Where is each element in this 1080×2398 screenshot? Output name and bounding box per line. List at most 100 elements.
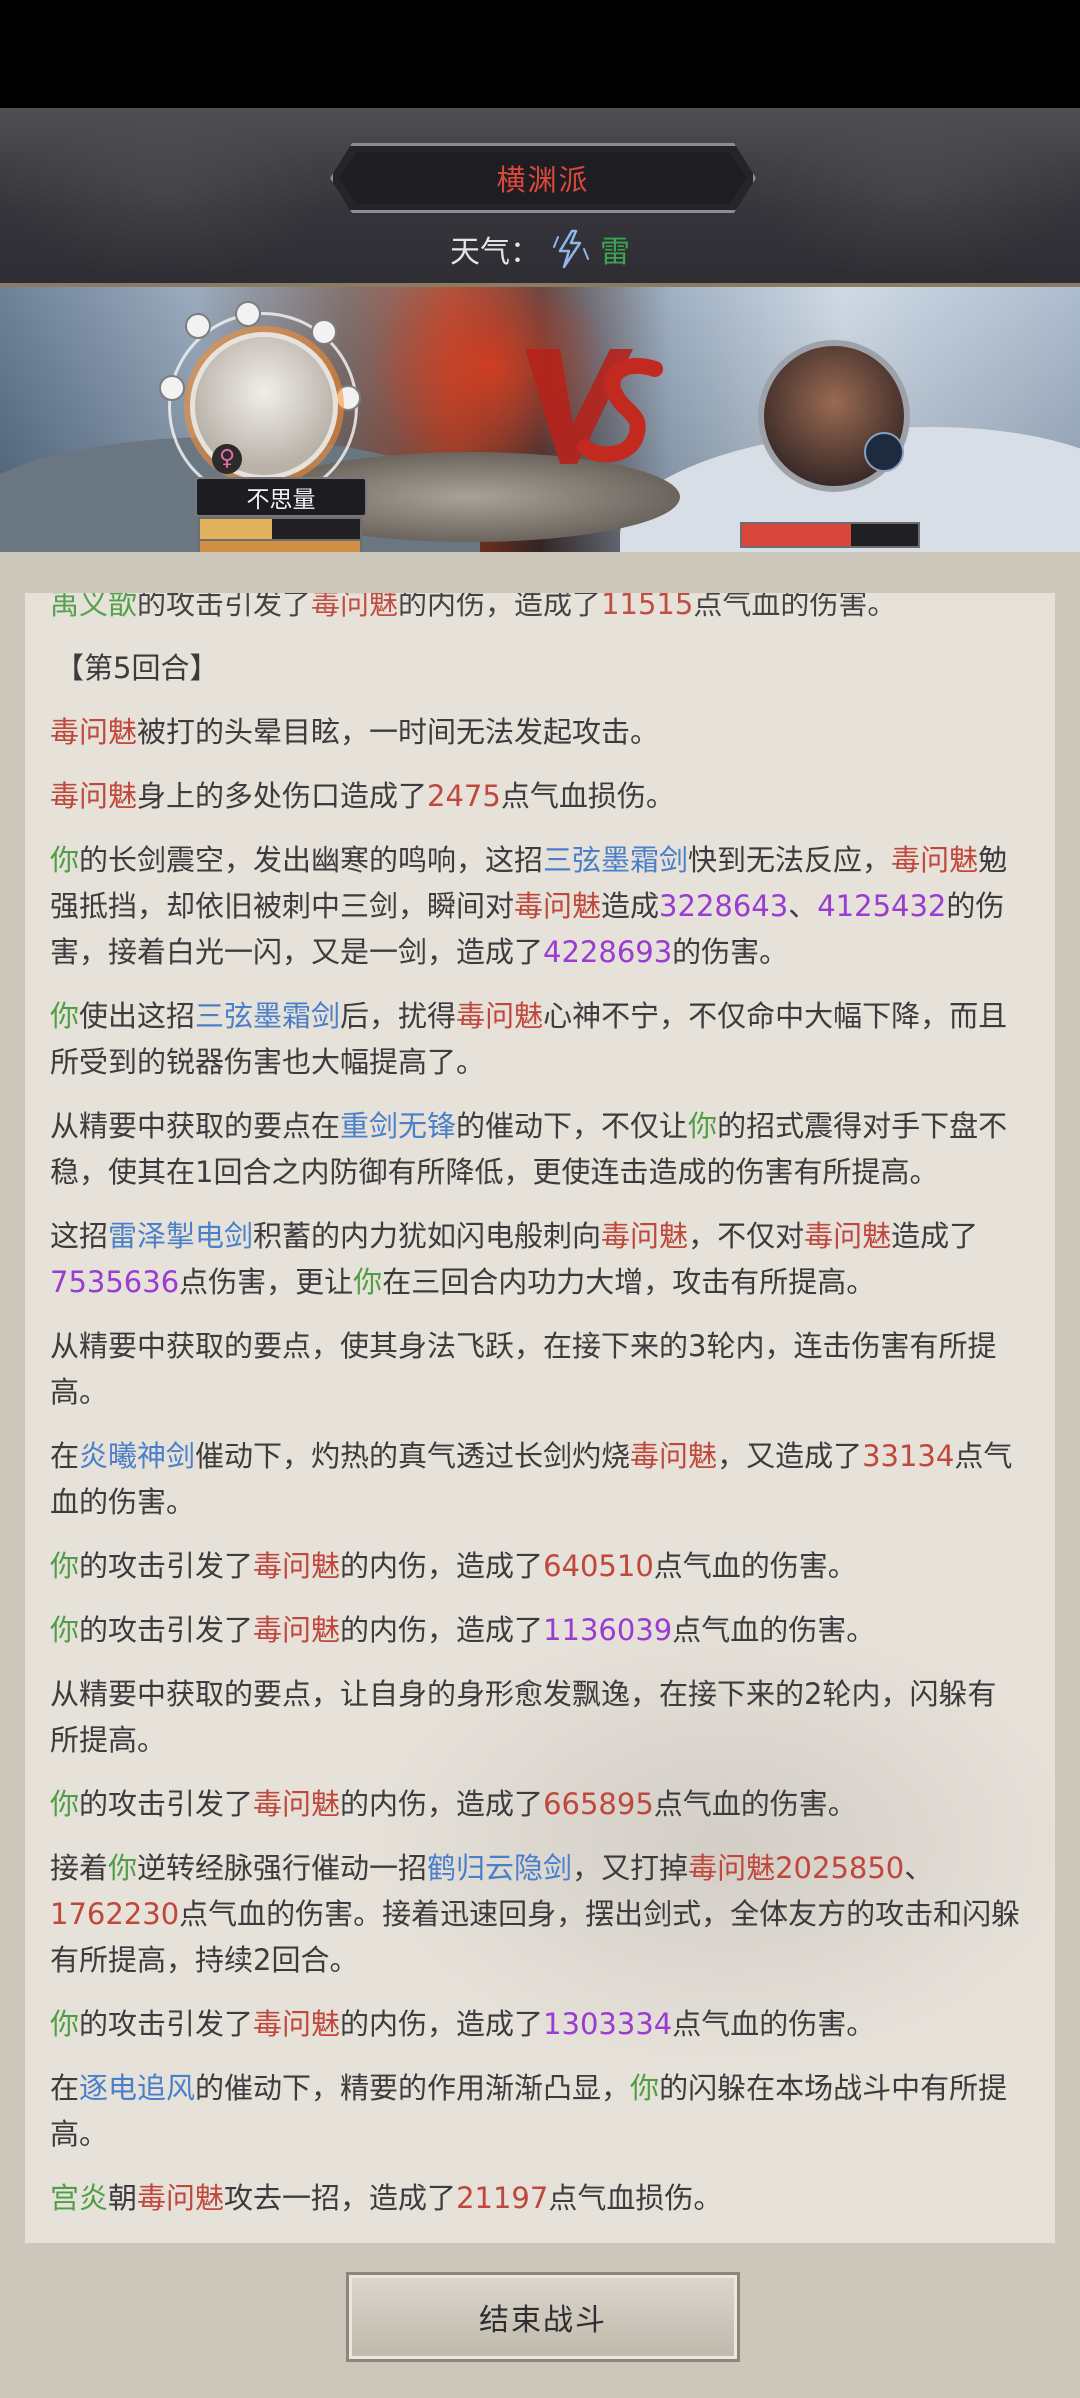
- log-segment: ，不仅对: [688, 1219, 805, 1253]
- log-entry: 你的攻击引发了毒问魅的内伤，造成了665895点气血的伤害。: [25, 1781, 1055, 1827]
- log-segment: 攻去一招，造成了: [224, 2181, 457, 2215]
- log-segment: 2475: [427, 779, 501, 813]
- end-battle-button[interactable]: 结束战斗: [346, 2272, 740, 2362]
- log-segment: 接着: [50, 1851, 109, 1885]
- log-segment: 从精要中获取的要点，让自身的身形愈发飘逸，在接下来的2轮内，闪躲有所提高。: [50, 1677, 997, 1757]
- log-segment: 这招: [50, 1219, 109, 1253]
- vs-icon: [525, 349, 663, 464]
- female-icon: ♀: [212, 444, 242, 474]
- log-entry: 你的攻击引发了毒问魅的内伤，造成了640510点气血的伤害。: [25, 1543, 1055, 1589]
- log-segment: 的内伤，造成了: [340, 1613, 544, 1647]
- log-segment: 21197: [456, 2181, 549, 2215]
- log-segment: 炎曦神剑: [79, 1439, 196, 1473]
- log-segment: 点气血损伤。: [500, 779, 675, 813]
- log-segment: 毒问魅: [630, 1439, 718, 1473]
- log-segment: 宫炎: [50, 2181, 109, 2215]
- log-entry: 在炎曦神剑催动下，灼热的真气透过长剑灼烧毒问魅，又造成了33134点气血的伤害。: [25, 1433, 1055, 1525]
- log-segment: 毒问魅: [804, 1219, 892, 1253]
- log-segment: 你: [50, 1549, 80, 1583]
- log-segment: 三弦墨霜剑: [195, 999, 341, 1033]
- log-entry: 毒问魅被打的头晕目眩，一时间无法发起攻击。: [25, 709, 1055, 755]
- log-segment: 点气血的伤害。: [672, 2007, 876, 2041]
- battle-header: 横渊派 天气： 雷: [0, 108, 1080, 287]
- log-segment: 你: [630, 2071, 660, 2105]
- log-segment: 毒问魅: [891, 843, 979, 877]
- log-entry: 在逐电追风的催动下，精要的作用渐渐凸显，你的闪躲在本场战斗中有所提高。: [25, 2065, 1055, 2157]
- log-segment: 的攻击引发了: [79, 2007, 254, 2041]
- log-segment: 的内伤，造成了: [340, 1787, 544, 1821]
- log-segment: 4125432: [817, 889, 947, 923]
- log-segment: 毒问魅: [688, 1851, 776, 1885]
- log-segment: 665895: [543, 1787, 654, 1821]
- log-entry: 从精要中获取的要点在重剑无锋的催动下，不仅让你的招式震得对手下盘不稳，使其在1回…: [25, 1103, 1055, 1195]
- log-segment: 造成了: [891, 1219, 979, 1253]
- log-segment: 点伤害，更让: [179, 1265, 354, 1299]
- log-segment: 快到无法反应，: [688, 843, 892, 877]
- battle-scene: ♀ 不思量: [0, 287, 1080, 552]
- log-segment: 你: [353, 1265, 383, 1299]
- log-segment: 积蓄的内力犹如闪电般刺向: [253, 1219, 602, 1253]
- battle-log-panel[interactable]: 禹义歆的攻击引发了毒问魅的内伤，造成了11515点气血的伤害。 【第5回合】 毒问魅…: [25, 593, 1055, 2243]
- log-segment: 的伤害。: [672, 935, 789, 969]
- log-segment: 禹义歆: [50, 593, 138, 621]
- log-segment: 你: [50, 1613, 80, 1647]
- battle-log-list: 禹义歆的攻击引发了毒问魅的内伤，造成了11515点气血的伤害。 【第5回合】 毒问魅…: [25, 593, 1055, 2243]
- log-segment: 点气血的伤害。接着迅速回身，摆出剑式，全体友方的攻击和闪躲有所提高，持续2回合。: [50, 1897, 1021, 1977]
- log-segment: 毒问魅: [253, 1613, 341, 1647]
- log-segment: 11515: [601, 593, 694, 621]
- log-segment: 逆转经脉强行催动一招: [137, 1851, 428, 1885]
- log-segment: 毒问魅: [50, 779, 138, 813]
- log-segment: 催动下，灼热的真气透过长剑灼烧: [195, 1439, 631, 1473]
- log-segment: 使出这招: [79, 999, 196, 1033]
- left-health-fill: [200, 541, 360, 552]
- log-segment: 4228693: [543, 935, 673, 969]
- log-segment: 身上的多处伤口造成了: [137, 779, 428, 813]
- log-segment: 33134: [862, 1439, 955, 1473]
- log-segment: 的催动下，精要的作用渐渐凸显，: [195, 2071, 631, 2105]
- log-segment: 你: [50, 843, 80, 877]
- round-header: 【第5回合】: [25, 645, 1055, 691]
- element-icon: [864, 432, 904, 472]
- log-entry: 接着你逆转经脉强行催动一招鹤归云隐剑，又打掉毒问魅2025850、 1762230…: [25, 1845, 1055, 1983]
- weather-value: 雷: [600, 235, 630, 270]
- log-segment: 后，扰得: [340, 999, 457, 1033]
- log-entry: 毒问魅身上的多处伤口造成了2475点气血损伤。: [25, 773, 1055, 819]
- log-segment: 造成: [601, 889, 660, 923]
- log-segment: 从精要中获取的要点，使其身法飞跃，在接下来的3轮内，连击伤害有所提高。: [50, 1329, 997, 1409]
- log-segment: 毒问魅: [137, 2181, 225, 2215]
- log-segment: 、: [904, 1851, 934, 1885]
- log-segment: 毒问魅: [253, 1787, 341, 1821]
- log-segment: 1762230: [50, 1897, 180, 1931]
- log-segment: 逐电追风: [79, 2071, 196, 2105]
- log-entry: 宫炎展现惊人天赋，为你点出敌人破绽，使得你在接下来2回合内，重创暂时提高。: [25, 2239, 1055, 2243]
- weather-row: 天气： 雷: [0, 228, 1080, 270]
- weather-label: 天气：: [450, 235, 540, 270]
- log-segment: 重剑无锋: [340, 1109, 457, 1143]
- log-segment: 你: [108, 1851, 138, 1885]
- log-segment: 在: [50, 1439, 80, 1473]
- log-entry: 这招雷泽掣电剑积蓄的内力犹如闪电般刺向毒问魅，不仅对毒问魅造成了7535636点…: [25, 1213, 1055, 1305]
- log-segment: 、: [788, 889, 818, 923]
- log-segment: 朝: [108, 2181, 138, 2215]
- log-segment: 你: [50, 2007, 80, 2041]
- log-segment: 1136039: [543, 1613, 673, 1647]
- log-entry: 从精要中获取的要点，使其身法飞跃，在接下来的3轮内，连击伤害有所提高。: [25, 1323, 1055, 1415]
- log-entry: 禹义歆的攻击引发了毒问魅的内伤，造成了11515点气血的伤害。: [25, 593, 1055, 627]
- log-segment: ，又造成了: [717, 1439, 863, 1473]
- log-entry: 宫炎朝毒问魅攻去一招，造成了21197点气血损伤。: [25, 2175, 1055, 2221]
- log-segment: 你: [50, 999, 80, 1033]
- school-plate: 横渊派: [330, 143, 756, 213]
- log-segment: 三弦墨霜剑: [543, 843, 689, 877]
- log-segment: 毒问魅: [253, 1549, 341, 1583]
- log-segment: 毒问魅: [311, 593, 399, 621]
- log-segment: 7535636: [50, 1265, 180, 1299]
- log-segment: 的内伤，造成了: [340, 1549, 544, 1583]
- log-segment: 的内伤，造成了: [340, 2007, 544, 2041]
- log-segment: 鹤归云隐剑: [427, 1851, 573, 1885]
- log-segment: 从精要中获取的要点在: [50, 1109, 341, 1143]
- log-entry: 你的攻击引发了毒问魅的内伤，造成了1303334点气血的伤害。: [25, 2001, 1055, 2047]
- log-entry: 从精要中获取的要点，让自身的身形愈发飘逸，在接下来的2轮内，闪躲有所提高。: [25, 1671, 1055, 1763]
- log-segment: 被打的头晕目眩，一时间无法发起攻击。: [137, 715, 660, 749]
- log-entry: 你使出这招三弦墨霜剑后，扰得毒问魅心神不宁，不仅命中大幅下降，而且所受到的锐器伤…: [25, 993, 1055, 1085]
- log-segment: 毒问魅: [601, 1219, 689, 1253]
